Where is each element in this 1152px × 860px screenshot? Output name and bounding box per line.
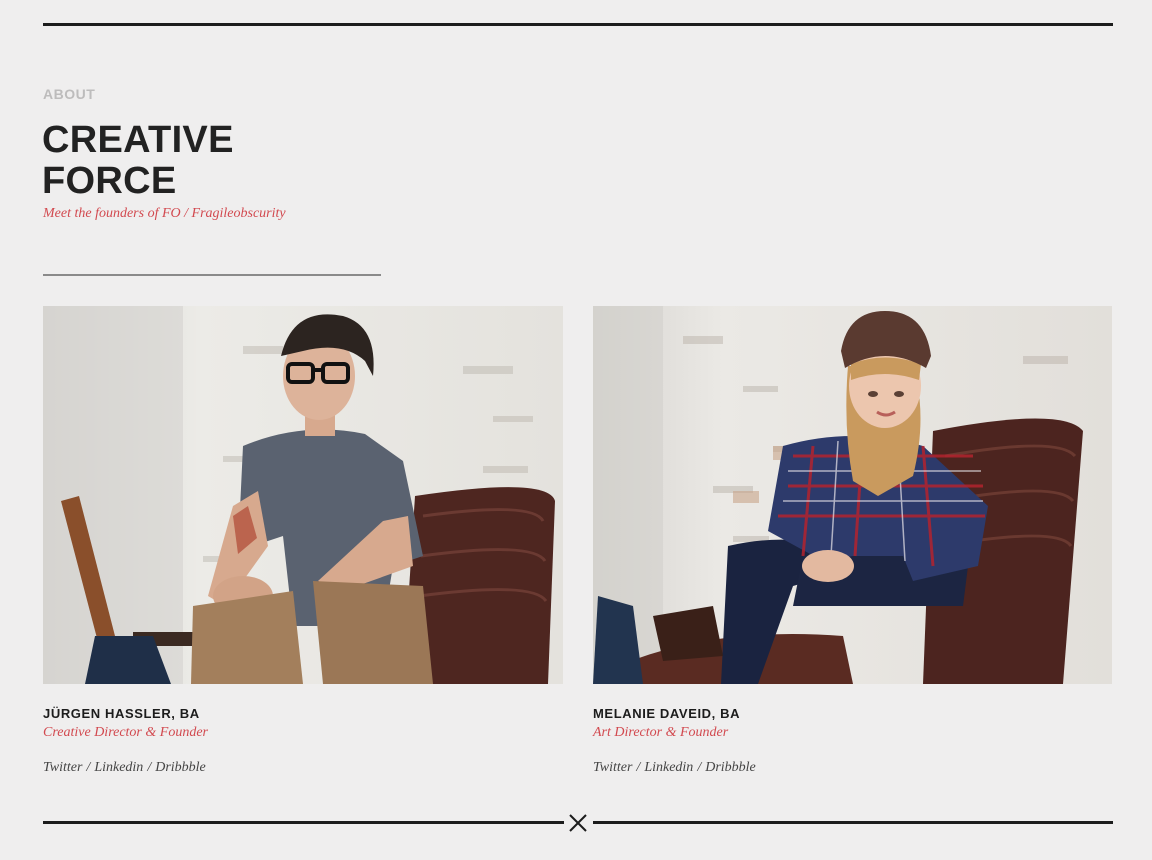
dribbble-link[interactable]: Dribbble — [705, 760, 756, 775]
linkedin-link[interactable]: Linkedin — [94, 760, 143, 775]
top-divider — [43, 23, 1113, 26]
founder-photo-jurgen — [43, 306, 563, 684]
founder-role: Art Director & Founder — [593, 725, 729, 740]
link-separator: / — [86, 760, 91, 775]
bottom-divider-right — [593, 821, 1113, 824]
founder-card-melanie: MELANIE DAVEID, BA Art Director & Founde… — [593, 306, 1112, 776]
title-divider — [43, 274, 381, 276]
twitter-link[interactable]: Twitter — [43, 760, 82, 775]
page-title: CREATIVE FORCE — [42, 120, 362, 202]
page-title-line-2: FORCE — [42, 160, 177, 202]
link-separator: / — [697, 760, 702, 775]
founder-photo-melanie — [593, 306, 1112, 684]
close-x-icon[interactable] — [566, 811, 590, 835]
founder-card-jurgen: JÜRGEN HASSLER, BA Creative Director & F… — [43, 306, 563, 776]
link-separator: / — [147, 760, 152, 775]
twitter-link[interactable]: Twitter — [593, 760, 632, 775]
founder-photo-jurgen-image — [43, 306, 563, 684]
founder-name: MELANIE DAVEID, BA — [593, 706, 741, 721]
link-separator: / — [636, 760, 641, 775]
linkedin-link[interactable]: Linkedin — [644, 760, 693, 775]
founder-social-links: Twitter / Linkedin / Dribbble — [43, 760, 563, 776]
founder-social-links: Twitter / Linkedin / Dribbble — [593, 760, 1112, 776]
section-eyebrow: ABOUT — [43, 86, 96, 102]
founder-role: Creative Director & Founder — [43, 725, 208, 740]
page-title-line-1: CREATIVE — [42, 119, 234, 161]
bottom-divider-left — [43, 821, 564, 824]
dribbble-link[interactable]: Dribbble — [155, 760, 206, 775]
page-subtitle: Meet the founders of FO / Fragileobscuri… — [43, 206, 286, 221]
founder-photo-melanie-image — [593, 306, 1112, 684]
founder-name: JÜRGEN HASSLER, BA — [43, 706, 200, 721]
